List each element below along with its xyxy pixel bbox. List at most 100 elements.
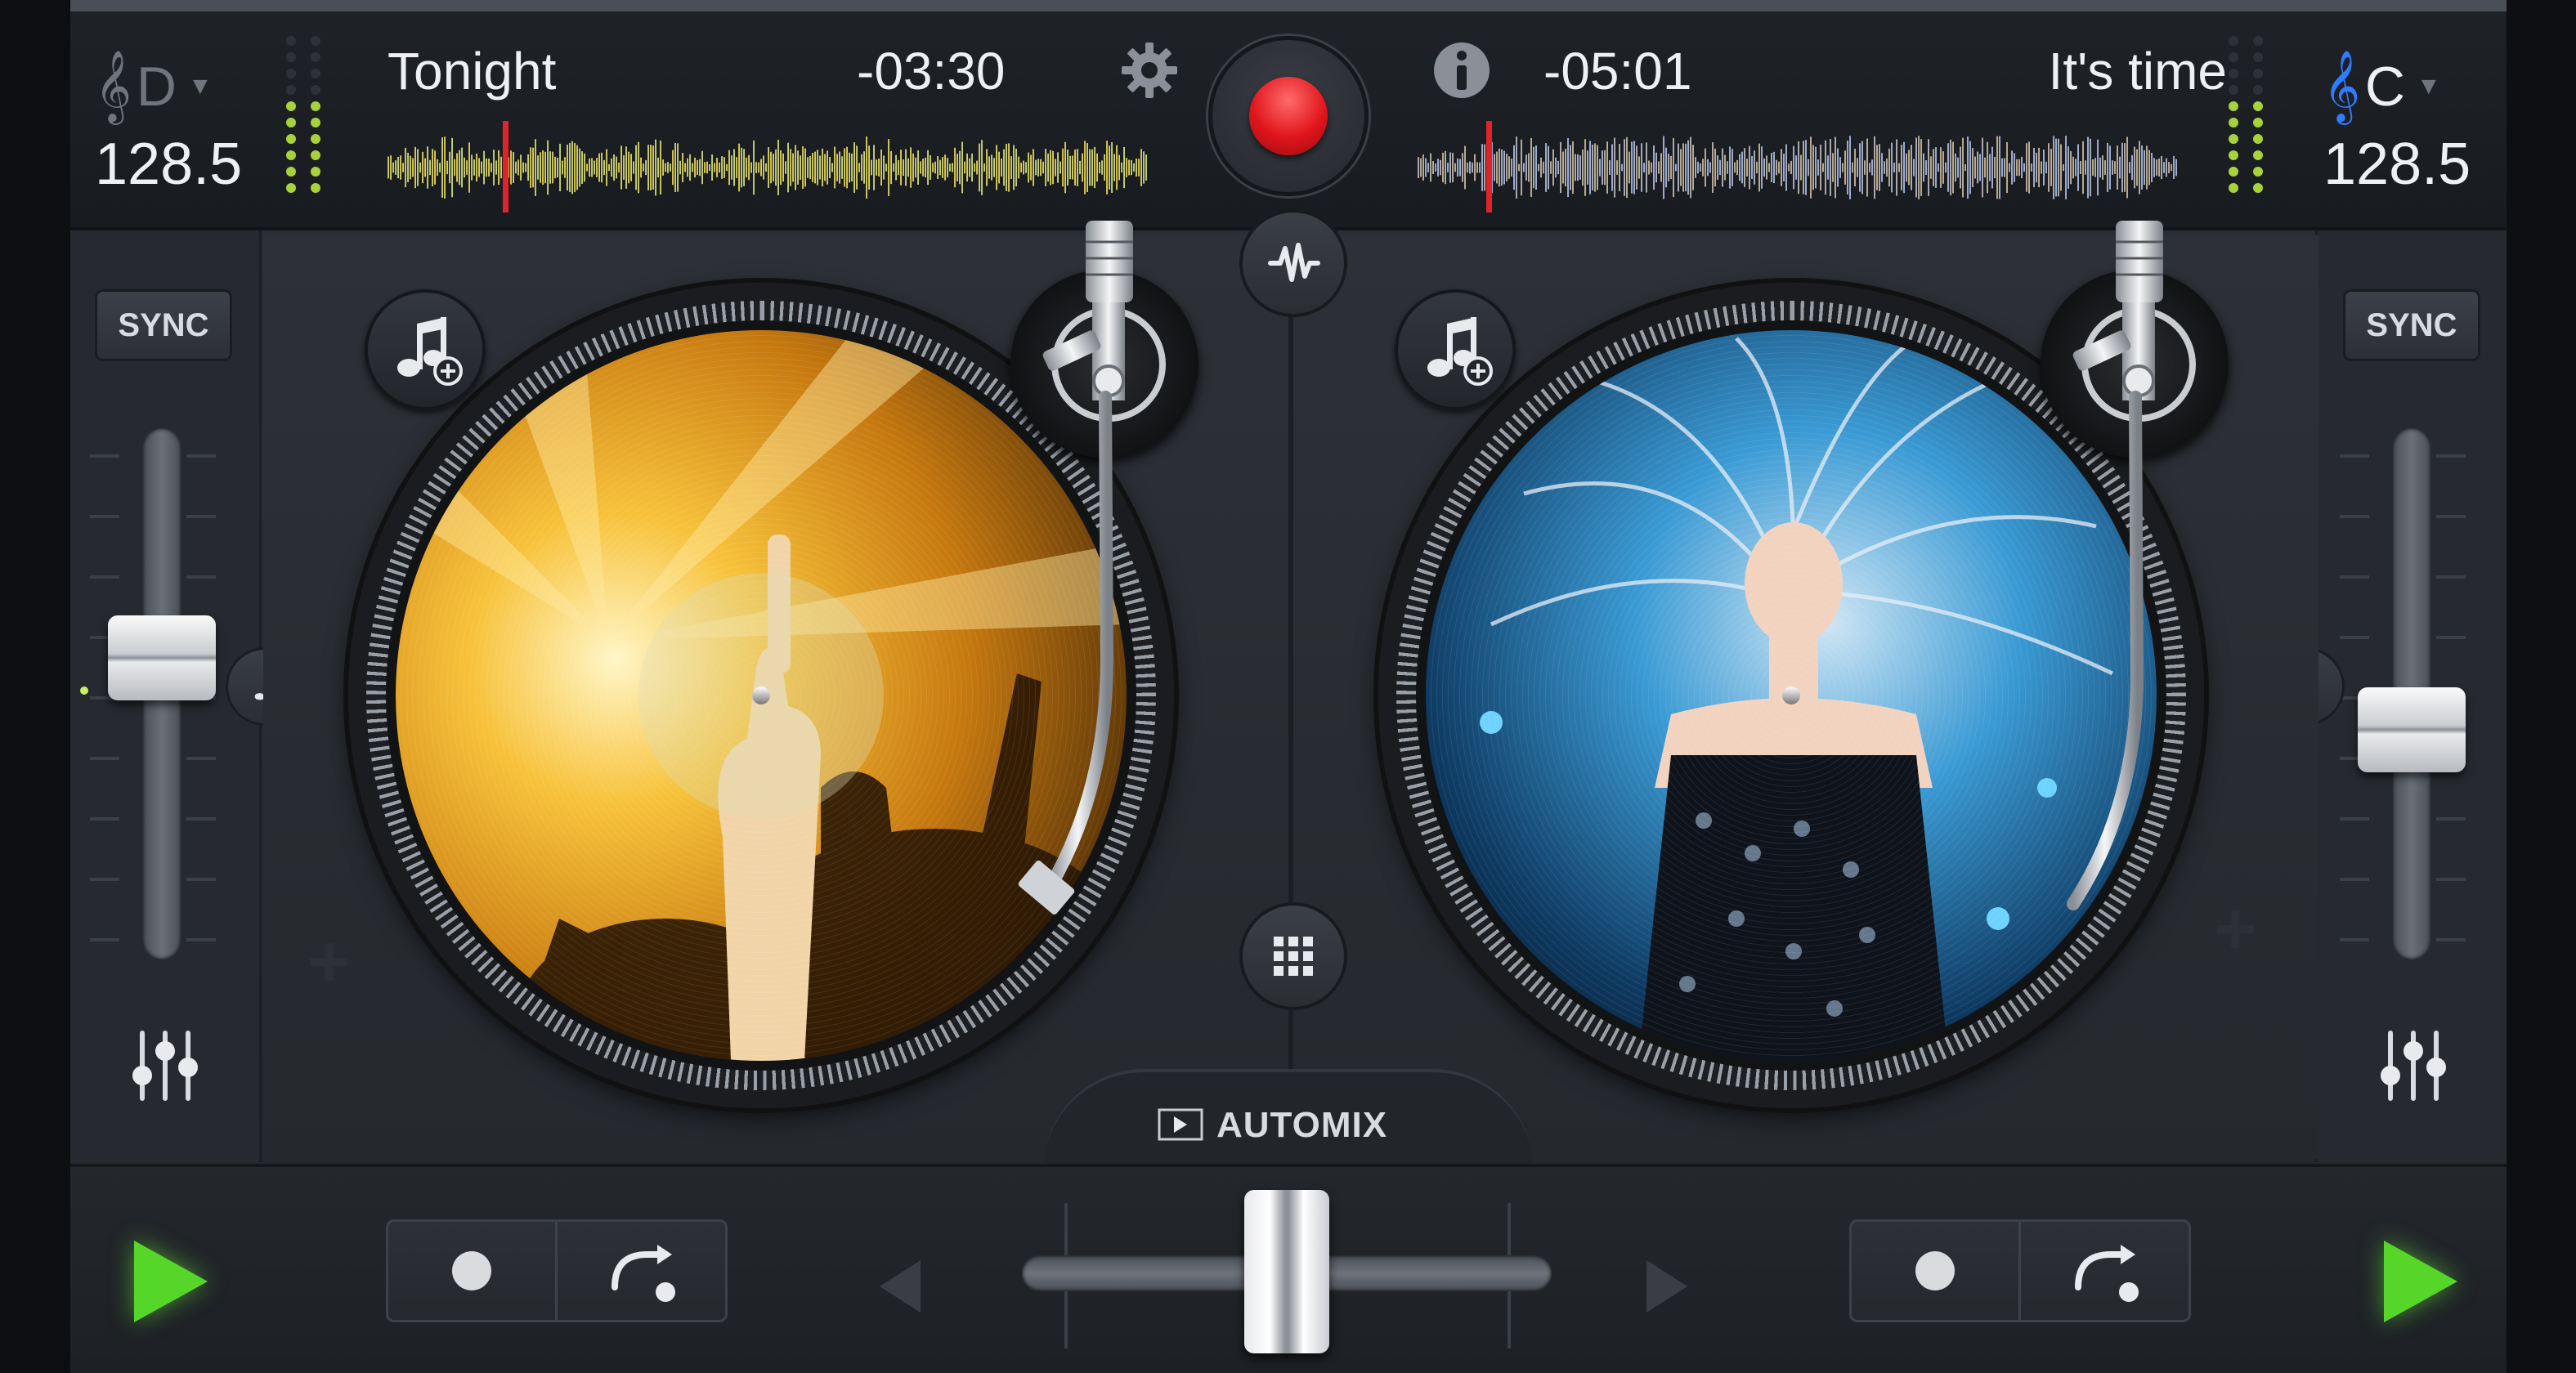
left-play-button[interactable] bbox=[134, 1241, 208, 1322]
crossfader-left-arrow[interactable] bbox=[880, 1260, 921, 1313]
right-key-bpm[interactable]: 𝄞 C ▼ 128.5 bbox=[2323, 33, 2507, 221]
waveform-bar bbox=[900, 150, 902, 186]
waveform-bar bbox=[1045, 149, 1046, 186]
waveform-bar bbox=[544, 151, 546, 184]
left-pitch-slider-handle[interactable] bbox=[108, 615, 216, 701]
vu-led bbox=[311, 69, 320, 78]
waveform-bar bbox=[1577, 154, 1579, 181]
waveform-bar bbox=[2129, 162, 2130, 173]
right-loop-button[interactable] bbox=[2018, 1222, 2188, 1320]
chevron-down-icon: ▼ bbox=[2417, 72, 2441, 100]
waveform-bar bbox=[1788, 163, 1790, 172]
automix-button[interactable]: AUTOMIX bbox=[1043, 1069, 1534, 1170]
waveform-bar bbox=[1606, 141, 1608, 194]
vu-led bbox=[2229, 85, 2238, 95]
waveform-bar bbox=[834, 146, 836, 189]
waveform-bar bbox=[1496, 151, 1498, 184]
left-loop-button[interactable] bbox=[555, 1222, 725, 1320]
waveform-bar bbox=[645, 159, 647, 176]
record-button[interactable] bbox=[1208, 36, 1369, 196]
automix-icon bbox=[1158, 1108, 1203, 1141]
waveform-bar bbox=[1697, 161, 1699, 174]
waveform-bar bbox=[856, 145, 858, 190]
add-deck-icon: + bbox=[307, 921, 351, 1003]
waveform-bar bbox=[952, 163, 953, 172]
waveform-bar bbox=[1793, 145, 1794, 190]
left-key-bpm[interactable]: 𝄞 D ▼ 128.5 bbox=[95, 33, 283, 221]
waveform-bar bbox=[1673, 137, 1674, 198]
waveform-bar bbox=[419, 162, 421, 173]
left-sync-button[interactable]: SYNC bbox=[95, 289, 232, 361]
waveform-bar bbox=[665, 163, 666, 172]
waveform-bar bbox=[1705, 148, 1706, 187]
waveform-bar bbox=[719, 162, 720, 173]
waveform-bar bbox=[449, 151, 450, 184]
waveform-bar bbox=[844, 148, 845, 187]
vu-led bbox=[286, 118, 296, 127]
waveform-bar bbox=[748, 154, 750, 181]
waveform-bar bbox=[1116, 145, 1118, 190]
right-track-title[interactable]: It's time bbox=[2049, 41, 2227, 101]
waveform-bar bbox=[1587, 150, 1588, 185]
right-play-button[interactable] bbox=[2384, 1241, 2457, 1322]
right-add-music-button[interactable] bbox=[1395, 289, 1516, 410]
waveform-bar bbox=[562, 160, 563, 175]
waveform-bar bbox=[2070, 150, 2072, 185]
right-pitch-slider-handle[interactable] bbox=[2358, 686, 2466, 772]
gear-icon[interactable] bbox=[1118, 39, 1180, 101]
right-waveform[interactable] bbox=[1418, 131, 2184, 204]
crossfader-handle[interactable] bbox=[1244, 1190, 1329, 1353]
info-icon[interactable] bbox=[1431, 39, 1493, 101]
right-key-selector[interactable]: 𝄞 C ▼ bbox=[2323, 49, 2441, 123]
waveform-bar bbox=[721, 156, 723, 179]
automix-label: AUTOMIX bbox=[1216, 1105, 1388, 1145]
left-eq-icon[interactable] bbox=[124, 1025, 206, 1107]
waveform-bar bbox=[782, 153, 784, 182]
waveform-bar bbox=[1670, 155, 1672, 180]
waveform-bar bbox=[1437, 159, 1439, 177]
waveform-bar bbox=[1778, 161, 1780, 174]
grid-button[interactable] bbox=[1239, 902, 1347, 1010]
right-cue-button[interactable] bbox=[1852, 1222, 2018, 1320]
left-add-music-button[interactable] bbox=[365, 289, 486, 410]
waveform-bar bbox=[787, 142, 789, 193]
waveform-bar bbox=[983, 163, 985, 172]
right-tonearm[interactable] bbox=[2041, 217, 2253, 937]
right-eq-icon[interactable] bbox=[2372, 1025, 2454, 1107]
left-cue-button[interactable] bbox=[388, 1222, 555, 1320]
waveform-bar bbox=[1643, 163, 1645, 172]
waveform-bar bbox=[1822, 163, 1824, 172]
pitch-tick bbox=[186, 878, 216, 881]
cue-dot-icon bbox=[1915, 1251, 1955, 1290]
waveform-bar bbox=[628, 151, 629, 184]
waveform-bar bbox=[657, 157, 659, 178]
waveform-bar bbox=[1447, 163, 1449, 172]
crossfader-right-arrow[interactable] bbox=[1646, 1260, 1687, 1313]
waveform-bar bbox=[466, 160, 468, 175]
waveform-bar bbox=[1525, 154, 1527, 181]
left-key-selector[interactable]: 𝄞 D ▼ bbox=[95, 49, 213, 123]
waveform-bar bbox=[2009, 163, 2010, 172]
waveform-bar bbox=[956, 154, 958, 181]
waveform-bar bbox=[883, 155, 885, 180]
waveform-bar bbox=[1884, 161, 1885, 174]
right-playhead[interactable] bbox=[1486, 121, 1493, 212]
waveform-bar bbox=[674, 142, 676, 193]
waveform-bar bbox=[2082, 141, 2084, 195]
left-tonearm[interactable] bbox=[1010, 217, 1223, 937]
right-sync-button[interactable]: SYNC bbox=[2343, 289, 2480, 361]
left-track-title[interactable]: Tonight bbox=[388, 41, 556, 101]
waveform-bar bbox=[397, 156, 399, 179]
waveform-bar bbox=[1084, 141, 1086, 195]
waveform-toggle-button[interactable] bbox=[1239, 209, 1347, 317]
left-playhead[interactable] bbox=[502, 121, 508, 212]
waveform-bar bbox=[822, 148, 823, 187]
waveform-bar bbox=[537, 155, 539, 180]
pitch-tick bbox=[2340, 636, 2369, 639]
waveform-bar bbox=[1631, 141, 1633, 194]
waveform-bar bbox=[392, 162, 394, 173]
waveform-bar bbox=[1734, 162, 1736, 173]
waveform-bar bbox=[699, 159, 701, 177]
chevron-down-icon: ▼ bbox=[188, 72, 213, 100]
waveform-bar bbox=[2099, 157, 2101, 178]
